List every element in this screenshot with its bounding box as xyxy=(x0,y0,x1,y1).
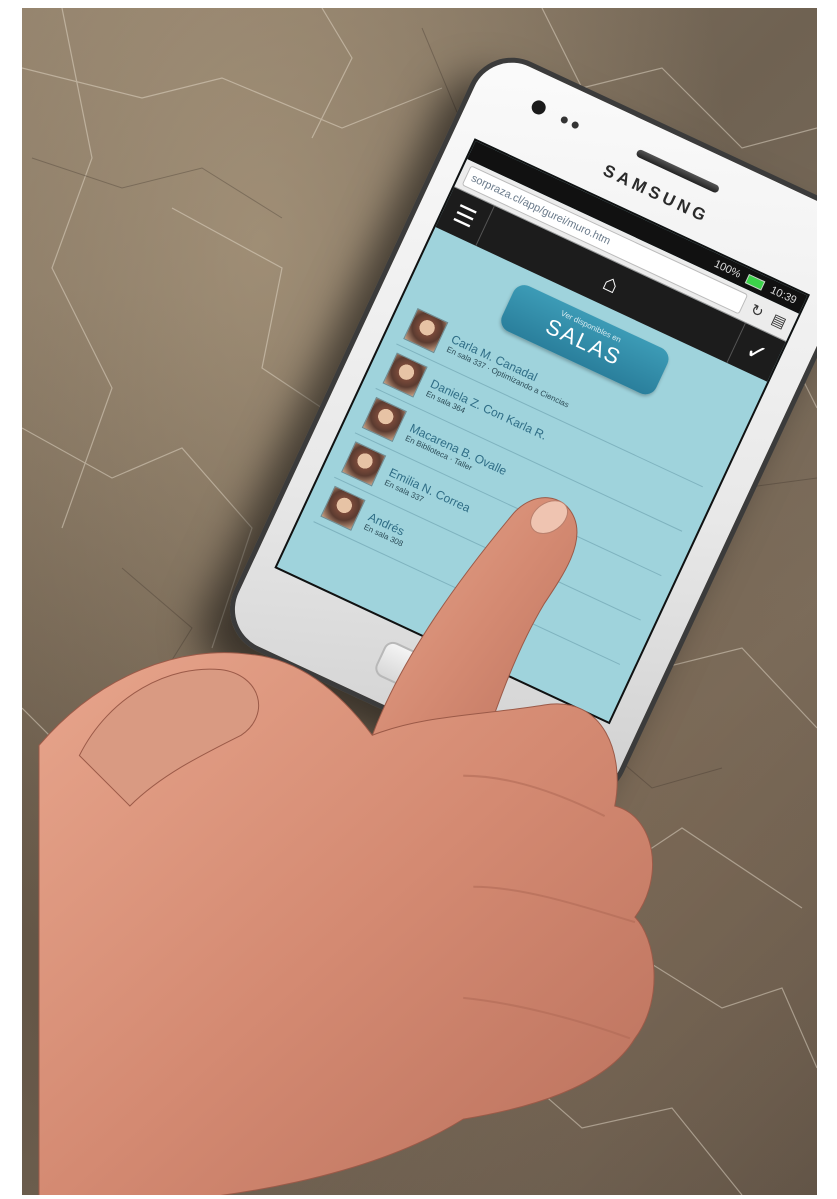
hand xyxy=(38,497,655,1195)
photo-background: SAMSUNG 100% 10:39 sorpraza.cl/app/gurei… xyxy=(22,8,817,1195)
